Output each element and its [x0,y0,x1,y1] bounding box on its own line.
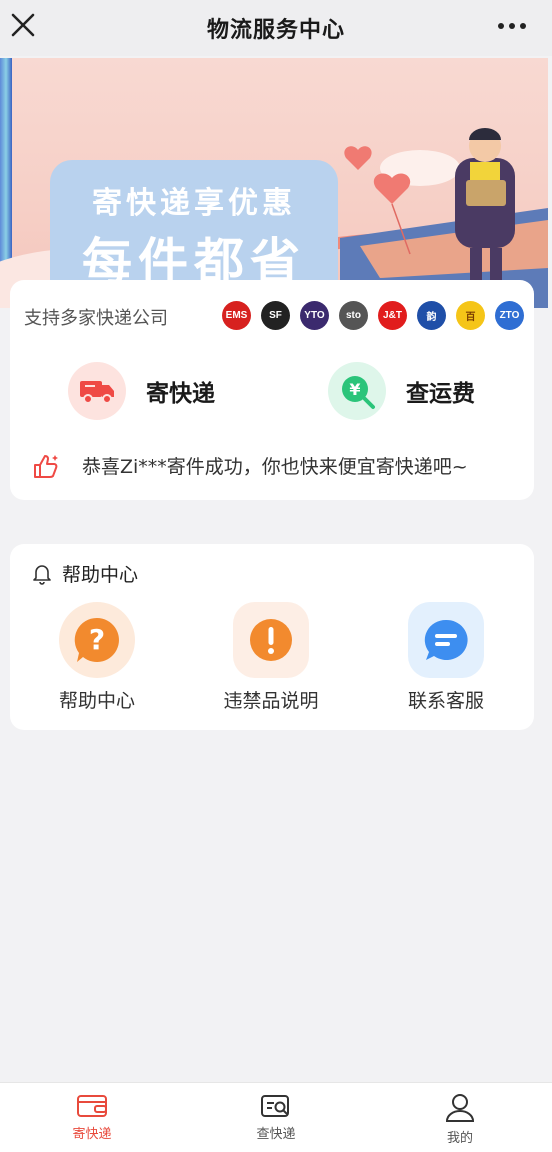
carrier-logo-zto: ZTO [495,301,524,330]
carrier-logo-yunda: 韵 [417,301,446,330]
tab-label: 查快递 [256,1127,296,1142]
tab-label: 我的 [446,1131,473,1146]
help-center-header: 帮助中心 [32,560,138,587]
chat-icon [408,602,484,678]
help-item-label: 联系客服 [407,690,484,712]
fee-search-icon: ¥ [328,362,386,420]
promo-line1: 寄快递享优惠 [92,186,296,221]
top-bar: 物流服务中心 [0,0,552,56]
carrier-logo-best: 百 [456,301,485,330]
warning-icon [233,602,309,678]
bell-icon [33,564,51,585]
check-fee-button[interactable]: ¥ 查运费 [328,362,475,420]
promo-banner[interactable]: 寄快递享优惠 每件都省 [0,58,548,308]
express-card: 支持多家快递公司 EMS SF YTO sto J&T 韵 百 ZTO 寄快递 [10,280,534,500]
track-search-icon [261,1095,289,1117]
thumbs-up-icon [34,454,58,478]
help-center-title: 帮助中心 [62,564,139,586]
more-icon[interactable] [496,16,528,36]
help-center-card: 帮助中心 ? 帮助中心 违禁品说明 联系客服 [10,544,534,730]
carrier-logo-yto: YTO [300,301,329,330]
svg-text:¥: ¥ [349,380,360,399]
tab-mine[interactable]: 我的 [368,1083,552,1152]
tab-label: 寄快递 [72,1127,112,1142]
help-center-button[interactable]: ? 帮助中心 [22,602,172,713]
carrier-logo-ems: EMS [222,301,251,330]
carrier-logo-sto: sto [339,301,368,330]
carrier-logos: EMS SF YTO sto J&T 韵 百 ZTO [222,301,524,330]
success-ticker: 恭喜Zi***寄件成功，你也快来便宜寄快递吧~ [32,452,468,479]
tab-send-express[interactable]: 寄快递 [0,1083,184,1152]
prohibited-items-button[interactable]: 违禁品说明 [196,602,346,713]
question-icon: ? [59,602,135,678]
support-label: 支持多家快递公司 [24,308,168,329]
bottom-tab-bar: 寄快递 查快递 我的 [0,1082,552,1152]
wallet-icon [77,1095,107,1117]
help-item-label: 帮助中心 [58,690,135,712]
person-icon [445,1094,475,1122]
carrier-logo-jt: J&T [378,301,407,330]
carrier-logo-sf: SF [261,301,290,330]
page-title: 物流服务中心 [206,18,345,43]
send-express-button[interactable]: 寄快递 [68,362,215,420]
ticker-text: 恭喜Zi***寄件成功，你也快来便宜寄快递吧~ [82,456,468,478]
send-express-label: 寄快递 [146,381,215,407]
truck-icon [68,362,126,420]
svg-text:?: ? [89,623,105,656]
contact-service-button[interactable]: 联系客服 [371,602,521,713]
tab-track-express[interactable]: 查快递 [184,1083,368,1152]
check-fee-label: 查运费 [406,381,475,407]
help-item-label: 违禁品说明 [223,690,319,712]
close-icon[interactable] [10,10,36,40]
